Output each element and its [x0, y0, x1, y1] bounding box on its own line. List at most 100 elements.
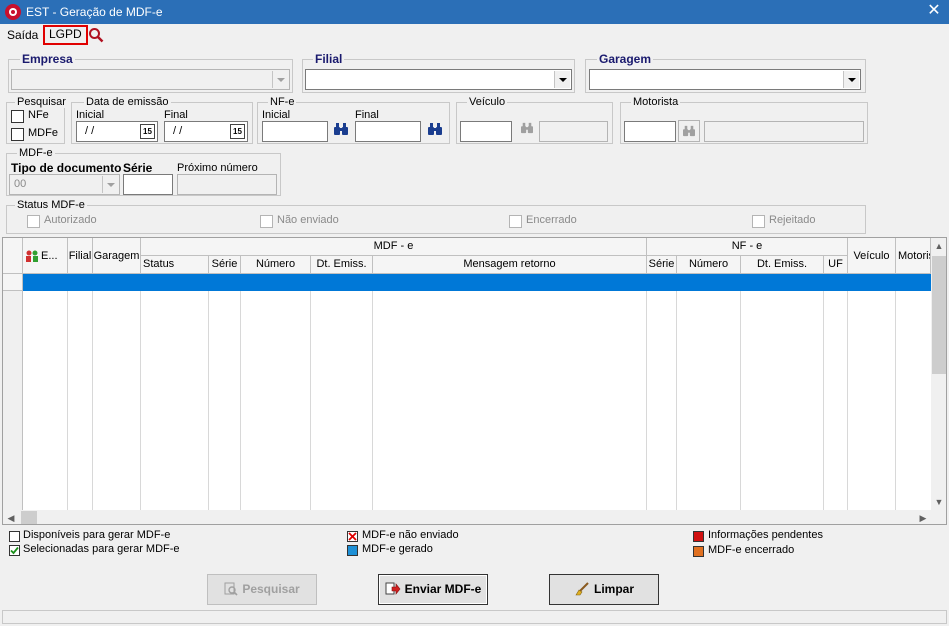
binoculars-icon[interactable]	[518, 122, 536, 138]
status-mdfe-label: Status MDF-e	[15, 199, 87, 211]
veiculo-label: Veículo	[467, 96, 508, 108]
calendar-icon[interactable]: 15	[140, 124, 155, 139]
close-button[interactable]: ✕	[919, 0, 949, 24]
encerrado-checkbox[interactable]	[509, 215, 522, 228]
autorizado-checkbox[interactable]	[27, 215, 40, 228]
pesquisar-label: Pesquisar	[15, 96, 68, 108]
header-nf-numero[interactable]: Número	[677, 256, 741, 274]
legend-selecionadas-swatch	[9, 545, 20, 556]
encerrado-label: Encerrado	[526, 214, 577, 226]
search-icon[interactable]	[88, 27, 104, 43]
pesquisar-button-label: Pesquisar	[242, 582, 300, 596]
filial-label: Filial	[313, 52, 345, 66]
motorista-field[interactable]	[624, 121, 676, 142]
legend-disponiveis-swatch	[9, 531, 20, 542]
legend-gerado-swatch	[347, 545, 358, 556]
proximo-numero-field	[177, 174, 277, 195]
status-mdfe-group	[6, 205, 866, 234]
garagem-label: Garagem	[597, 52, 654, 66]
data-emissao-label: Data de emissão	[84, 96, 171, 108]
mdfe-group-label: MDF-e	[17, 147, 55, 159]
legend-disponiveis-label: Disponíveis para gerar MDF-e	[23, 529, 171, 541]
header-garagem[interactable]: Garagem	[93, 238, 141, 274]
veiculo-descricao-field	[539, 121, 608, 142]
data-final-field[interactable]: / / 15	[164, 121, 248, 142]
header-status[interactable]: Status	[141, 256, 209, 274]
header-nf-dt-emiss[interactable]: Dt. Emiss.	[741, 256, 824, 274]
horizontal-scroll-thumb[interactable]	[21, 511, 37, 524]
empresa-combo[interactable]	[11, 69, 290, 90]
vertical-scrollbar[interactable]: ▲ ▼	[931, 238, 946, 510]
serie-label: Série	[123, 161, 153, 175]
legend-nao-enviado-label: MDF-e não enviado	[362, 529, 459, 541]
scroll-right-icon[interactable]: ▶	[915, 510, 931, 524]
header-motorista[interactable]: Motoris	[896, 238, 931, 274]
vertical-scroll-thumb[interactable]	[932, 256, 946, 374]
veiculo-field[interactable]	[460, 121, 512, 142]
selected-row[interactable]	[23, 274, 946, 291]
garagem-combo[interactable]	[589, 69, 861, 90]
header-numero[interactable]: Número	[241, 256, 311, 274]
header-veiculo[interactable]: Veículo	[848, 238, 896, 274]
header-serie[interactable]: Série	[209, 256, 241, 274]
autorizado-label: Autorizado	[44, 214, 97, 226]
menu-lgpd[interactable]: LGPD	[43, 25, 88, 45]
nfe-final-field[interactable]	[355, 121, 421, 142]
nfe-final-label: Final	[355, 109, 379, 121]
rejeitado-label: Rejeitado	[769, 214, 816, 226]
mdfe-checkbox-label: MDFe	[28, 127, 58, 139]
scroll-left-icon[interactable]: ◀	[3, 510, 19, 524]
scroll-down-icon[interactable]: ▼	[931, 494, 946, 510]
motorista-label: Motorista	[631, 96, 681, 108]
row-indicator[interactable]	[3, 274, 23, 291]
title-bar: EST - Geração de MDF-e ✕	[0, 0, 949, 24]
nao-enviado-checkbox[interactable]	[260, 215, 273, 228]
header-corner	[3, 238, 23, 274]
enviar-mdfe-button-label: Enviar MDF-e	[404, 582, 482, 596]
enviar-mdfe-button[interactable]: Enviar MDF-e	[378, 574, 488, 605]
limpar-button[interactable]: Limpar	[549, 574, 659, 605]
header-mensagem-retorno[interactable]: Mensagem retorno	[373, 256, 647, 274]
motorista-descricao-field	[704, 121, 864, 142]
mdfe-checkbox[interactable]	[11, 128, 24, 141]
pesquisar-button[interactable]: Pesquisar	[207, 574, 317, 605]
calendar-icon[interactable]: 15	[230, 124, 245, 139]
proximo-numero-label: Próximo número	[177, 162, 258, 174]
app-logo-icon	[5, 4, 21, 20]
status-bar	[2, 610, 947, 624]
tipo-documento-combo[interactable]: 00	[9, 174, 120, 195]
nfe-inicial-label: Inicial	[262, 109, 291, 121]
nao-enviado-label: Não enviado	[277, 214, 339, 226]
menu-saida[interactable]: Saída	[3, 25, 42, 45]
filial-combo[interactable]	[305, 69, 572, 90]
motorista-search-button[interactable]	[678, 120, 700, 142]
scroll-up-icon[interactable]: ▲	[931, 238, 946, 254]
legend-gerado-label: MDF-e gerado	[362, 543, 433, 555]
rejeitado-checkbox[interactable]	[752, 215, 765, 228]
data-inicial-label: Inicial	[76, 109, 105, 121]
nfe-checkbox-label: NFe	[28, 109, 49, 121]
header-e[interactable]: E...	[23, 238, 68, 274]
data-inicial-field[interactable]: / / 15	[76, 121, 158, 142]
header-filial[interactable]: Filial	[68, 238, 93, 274]
legend-encerrado-swatch	[693, 546, 704, 557]
header-dt-emiss[interactable]: Dt. Emiss.	[311, 256, 373, 274]
data-final-label: Final	[164, 109, 188, 121]
header-uf[interactable]: UF	[824, 256, 848, 274]
horizontal-scrollbar[interactable]: ◀ ▶	[3, 510, 946, 524]
nfe-checkbox[interactable]	[11, 110, 24, 123]
legend-nao-enviado-swatch	[347, 531, 358, 542]
nfe-inicial-field[interactable]	[262, 121, 328, 142]
nfe-label: NF-e	[268, 96, 297, 108]
mdfe-grid[interactable]: E... Filial Garagem MDF - e Status Série…	[2, 237, 947, 525]
binoculars-icon[interactable]	[332, 122, 350, 140]
header-group-nfe: NF - e	[647, 238, 848, 256]
empresa-label: Empresa	[20, 52, 75, 66]
header-nf-serie[interactable]: Série	[647, 256, 677, 274]
legend-selecionadas-label: Selecionadas para gerar MDF-e	[23, 543, 180, 555]
limpar-button-label: Limpar	[593, 582, 634, 596]
serie-field[interactable]	[123, 174, 173, 195]
binoculars-icon[interactable]	[426, 122, 444, 140]
tipo-documento-label: Tipo de documento	[11, 161, 122, 175]
legend-pendentes-label: Informações pendentes	[708, 529, 823, 541]
